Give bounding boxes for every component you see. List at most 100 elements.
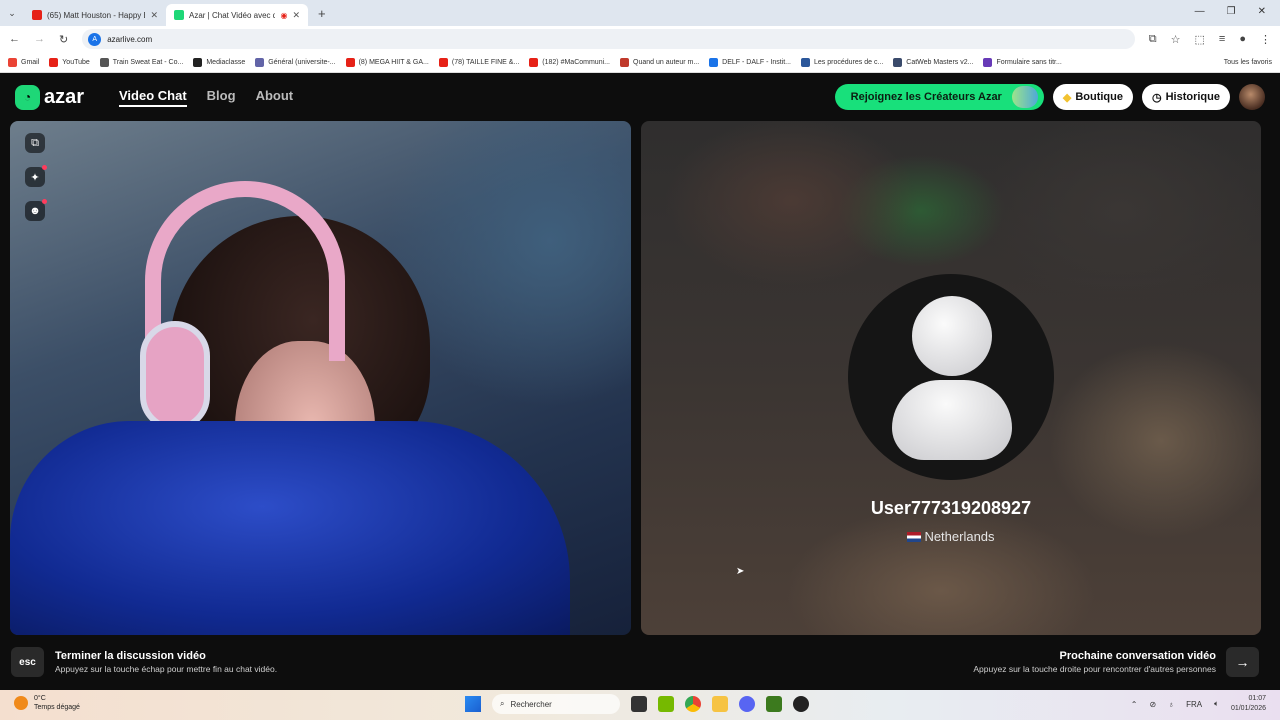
partner-country: Netherlands [641,529,1261,544]
url-text: azarlive.com [107,34,153,44]
file-explorer-icon[interactable] [712,696,728,712]
end-chat-title: Terminer la discussion vidéo [55,650,206,662]
shop-label: Boutique [1075,91,1123,103]
cast-icon[interactable]: ⧉ [1149,33,1157,46]
clock[interactable]: 01:07 01/01/2026 [1231,694,1266,714]
face-mask-icon[interactable]: ☻ [25,199,47,221]
close-icon[interactable]: ✕ [292,10,300,21]
bookmark-label: Mediaclasse [206,58,246,66]
nvidia-icon[interactable] [658,696,674,712]
bookmark-label: DELF - DALF - Instit... [722,58,792,66]
effects-sparkle-icon[interactable]: ✦ [25,165,47,187]
bookmark-item[interactable]: (8) MEGA HIIT & GA... [345,57,429,67]
extensions-icon[interactable]: ⬚ [1195,33,1205,46]
browser-tab-strip: ⌄ (65) Matt Houston - Happy Birt ✕ Azar … [0,0,1280,26]
bookmark-favicon-icon [49,57,59,67]
weather-widget[interactable]: 0°C Temps dégagé [14,694,80,712]
all-bookmarks-folder[interactable]: Tous les favoris [1224,59,1272,66]
history-label: Historique [1165,91,1220,103]
self-video-earcup [140,321,210,431]
bookmark-favicon-icon [893,57,903,67]
menu-icon[interactable]: ⋮ [1260,33,1271,46]
next-arrow-button[interactable]: → [1226,647,1259,677]
bookmark-item[interactable]: Général (universite-... [255,57,336,67]
taskbar-search[interactable]: ⌕ Rechercher [492,694,620,714]
star-icon[interactable]: ☆ [1171,33,1181,46]
weather-temp: 0°C [34,695,46,702]
weather-desc: Temps dégagé [34,704,80,711]
history-button[interactable]: ◷ Historique [1141,84,1230,110]
profile-icon[interactable]: ● [1239,33,1246,45]
obs-icon[interactable] [793,696,809,712]
minimize-button[interactable]: — [1195,6,1205,17]
task-view-icon[interactable] [631,696,647,712]
next-chat-subtitle: Appuyez sur la touche droite pour rencon… [973,664,1216,674]
bookmark-favicon-icon [620,57,629,67]
weather-icon [14,696,28,710]
nav-about[interactable]: About [256,88,294,107]
nav-blog[interactable]: Blog [207,88,236,107]
new-tab-button[interactable]: + [308,6,336,21]
nav-video-chat[interactable]: Video Chat [119,88,187,107]
join-creators-button[interactable]: Rejoignez les Créateurs Azar [834,84,1044,110]
youtube-icon [32,10,42,20]
url-field[interactable]: A azarlive.com [82,29,1135,49]
tray-chevron-icon[interactable]: ⌃ [1131,700,1138,709]
chrome-icon[interactable] [685,696,701,712]
bookmark-item[interactable]: YouTube [49,57,90,67]
search-icon: ⌕ [500,699,505,708]
bookmark-item[interactable]: Mediaclasse [193,57,246,67]
language-indicator[interactable]: FRA [1186,700,1202,709]
azar-logo[interactable]: ◔ azar [15,84,119,110]
bookmark-item[interactable]: DELF - DALF - Instit... [709,57,792,67]
bookmark-item[interactable]: CatWeb Masters v2... [893,57,973,67]
bookmark-item[interactable]: Formulaire sans titr... [983,57,1062,67]
partner-country-label: Netherlands [924,529,995,544]
tab-title: (65) Matt Houston - Happy Birt [47,10,146,20]
close-icon[interactable]: ✕ [150,10,158,21]
discord-icon[interactable] [739,696,755,712]
app-header: ◔ azar Video Chat Blog About Rejoignez l… [0,74,1280,120]
bookmark-label: Général (universite-... [268,58,336,66]
end-chat-hint: Terminer la discussion vidéo Appuyez sur… [55,650,277,674]
bookmark-item[interactable]: Quand un auteur m... [620,57,700,67]
bookmarks-bar: Gmail YouTube Train Sweat Eat - Co... Media… [0,52,1280,73]
volume-icon[interactable]: 🔈︎ [1214,699,1219,709]
mic-icon[interactable]: ♁ [1168,700,1174,709]
tab-search-icon[interactable]: ≡ [1219,33,1225,45]
tab-list-icon[interactable]: ⌄ [0,8,24,19]
site-info-icon[interactable]: A [88,32,102,46]
bookmark-favicon-icon [8,57,17,67]
close-window-button[interactable]: ✕ [1258,6,1266,17]
mouse-cursor-icon: ➤ [736,566,745,577]
forward-icon[interactable]: → [34,33,45,45]
reload-icon[interactable]: ↻ [59,33,68,46]
bookmark-item[interactable]: Gmail [8,57,40,67]
window-controls: — ❐ ✕ [1181,0,1280,23]
nvidia-app-icon[interactable] [766,696,782,712]
bookmark-item[interactable]: (78) TAILLE FINE &... [438,57,519,67]
avatar-head-icon [912,296,992,376]
bookmark-favicon-icon [255,57,265,67]
bookmark-label: Gmail [21,58,40,66]
windows-start-icon[interactable] [465,696,481,712]
bookmark-label: Train Sweat Eat - Co... [112,58,184,66]
video-side-tools: ⧉ ✦ ☻ [25,133,47,221]
browser-tab-1[interactable]: (65) Matt Houston - Happy Birt ✕ [24,4,166,26]
pip-toggle-icon[interactable]: ⧉ [25,133,45,153]
user-avatar[interactable] [1239,84,1265,110]
creator-badge-icon [1011,86,1038,108]
bookmark-item[interactable]: (182) #MaCommuni... [529,57,610,67]
browser-tab-2[interactable]: Azar | Chat Vidéo avec de n ◉ ✕ [166,4,308,26]
bookmark-label: Les procédures de c... [814,58,884,66]
bookmark-item[interactable]: Les procédures de c... [801,57,884,67]
back-icon[interactable]: ← [9,33,20,45]
maximize-button[interactable]: ❐ [1227,6,1236,17]
bookmark-label: Formulaire sans titr... [996,58,1062,66]
network-icon[interactable]: ⊘ [1149,700,1156,709]
esc-end-button[interactable]: esc [11,647,44,677]
bookmark-label: Quand un auteur m... [633,58,700,66]
address-bar-row: ← → ↻ A azarlive.com ⧉ ☆ ⬚ ≡ ● ⋮ [0,26,1280,52]
bookmark-item[interactable]: Train Sweat Eat - Co... [99,57,184,67]
shop-button[interactable]: ◆ Boutique [1052,84,1133,110]
